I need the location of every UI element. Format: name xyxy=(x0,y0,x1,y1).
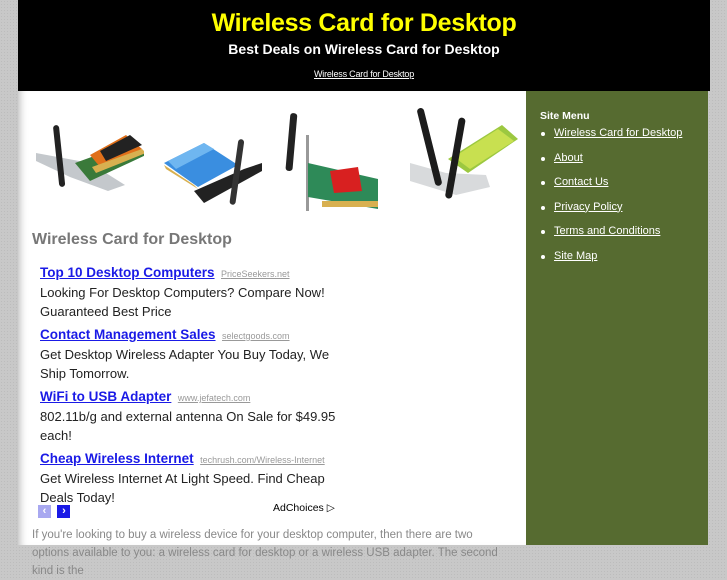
site-header: Wireless Card for Desktop Best Deals on … xyxy=(18,0,710,91)
ad-pagination: ‹ › xyxy=(38,501,72,519)
menu-link[interactable]: Terms and Conditions xyxy=(554,225,660,237)
ad-url-link[interactable]: selectgoods.com xyxy=(222,331,290,341)
ad-item: Cheap Wireless Internet techrush.com/Wir… xyxy=(40,449,350,507)
intro-paragraph: If you're looking to buy a wireless devi… xyxy=(32,529,498,577)
menu-link[interactable]: Site Map xyxy=(554,250,597,262)
site-menu-title: Site Menu xyxy=(540,110,590,122)
ad-description: 802.11b/g and external antenna On Sale f… xyxy=(40,409,336,443)
ad-next-button[interactable]: › xyxy=(57,505,71,518)
menu-link[interactable]: Contact Us xyxy=(554,176,608,188)
product-image-2 xyxy=(164,139,262,205)
ad-title-link[interactable]: Contact Management Sales xyxy=(40,327,216,342)
menu-link[interactable]: Privacy Policy xyxy=(554,201,622,213)
menu-item-terms: Terms and Conditions xyxy=(540,225,682,250)
ad-block: Top 10 Desktop Computers PriceSeekers.ne… xyxy=(40,263,350,511)
sidebar: Site Menu Wireless Card for Desktop Abou… xyxy=(526,91,708,545)
site-title: Wireless Card for Desktop xyxy=(211,9,517,37)
product-image-1 xyxy=(36,125,144,191)
ad-url-link[interactable]: techrush.com/Wireless-Internet xyxy=(200,455,325,465)
adchoices-label: AdChoices xyxy=(273,502,324,514)
site-tagline: Best Deals on Wireless Card for Desktop xyxy=(228,41,500,57)
ad-prev-button[interactable]: ‹ xyxy=(38,505,51,518)
product-image-strip xyxy=(30,105,520,213)
page-wrapper: Wireless Card for Desktop Best Deals on … xyxy=(18,0,710,577)
ad-description: Looking For Desktop Computers? Compare N… xyxy=(40,285,325,319)
adchoices-icon: ▷ xyxy=(326,502,335,514)
menu-item-contact: Contact Us xyxy=(540,176,682,201)
ad-url-link[interactable]: PriceSeekers.net xyxy=(221,269,290,279)
adchoices-link[interactable]: AdChoices ▷ xyxy=(273,502,335,514)
main-content: Wireless Card for Desktop Top 10 Desktop… xyxy=(18,91,526,577)
menu-item-privacy: Privacy Policy xyxy=(540,201,682,226)
product-image-3 xyxy=(285,113,378,211)
ad-title-link[interactable]: Top 10 Desktop Computers xyxy=(40,265,215,280)
product-image-4 xyxy=(410,107,518,199)
ad-url-link[interactable]: www.jefatech.com xyxy=(178,393,251,403)
header-home-link[interactable]: Wireless Card for Desktop xyxy=(18,69,710,79)
menu-link[interactable]: About xyxy=(554,152,583,164)
menu-link[interactable]: Wireless Card for Desktop xyxy=(554,127,682,139)
ad-item: Top 10 Desktop Computers PriceSeekers.ne… xyxy=(40,263,350,321)
menu-item-wireless-card: Wireless Card for Desktop xyxy=(540,127,682,152)
site-menu: Wireless Card for Desktop About Contact … xyxy=(540,127,682,274)
menu-item-about: About xyxy=(540,152,682,177)
ad-title-link[interactable]: WiFi to USB Adapter xyxy=(40,389,171,404)
menu-item-sitemap: Site Map xyxy=(540,250,682,275)
ad-description: Get Desktop Wireless Adapter You Buy Tod… xyxy=(40,347,330,381)
ad-item: WiFi to USB Adapter www.jefatech.com 802… xyxy=(40,387,350,445)
ad-item: Contact Management Sales selectgoods.com… xyxy=(40,325,350,383)
page-heading: Wireless Card for Desktop xyxy=(32,231,232,248)
ad-title-link[interactable]: Cheap Wireless Internet xyxy=(40,451,194,466)
